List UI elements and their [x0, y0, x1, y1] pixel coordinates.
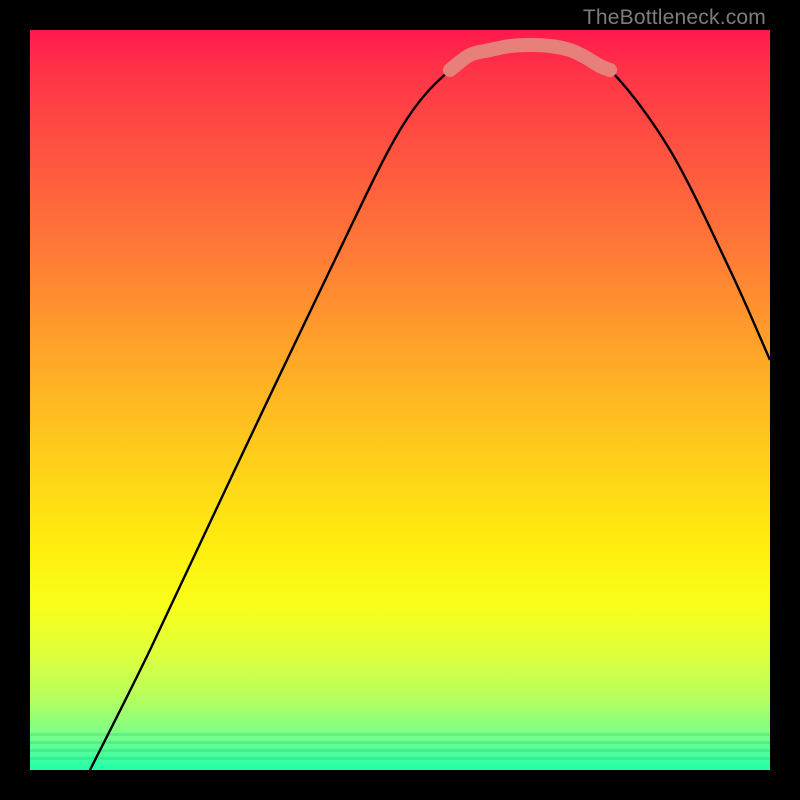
watermark-text: TheBottleneck.com — [583, 6, 766, 30]
chart-frame: TheBottleneck.com — [0, 0, 800, 800]
bottleneck-curve-svg — [30, 30, 770, 770]
sweet-spot-highlight — [450, 45, 610, 70]
bottleneck-curve — [90, 45, 770, 770]
